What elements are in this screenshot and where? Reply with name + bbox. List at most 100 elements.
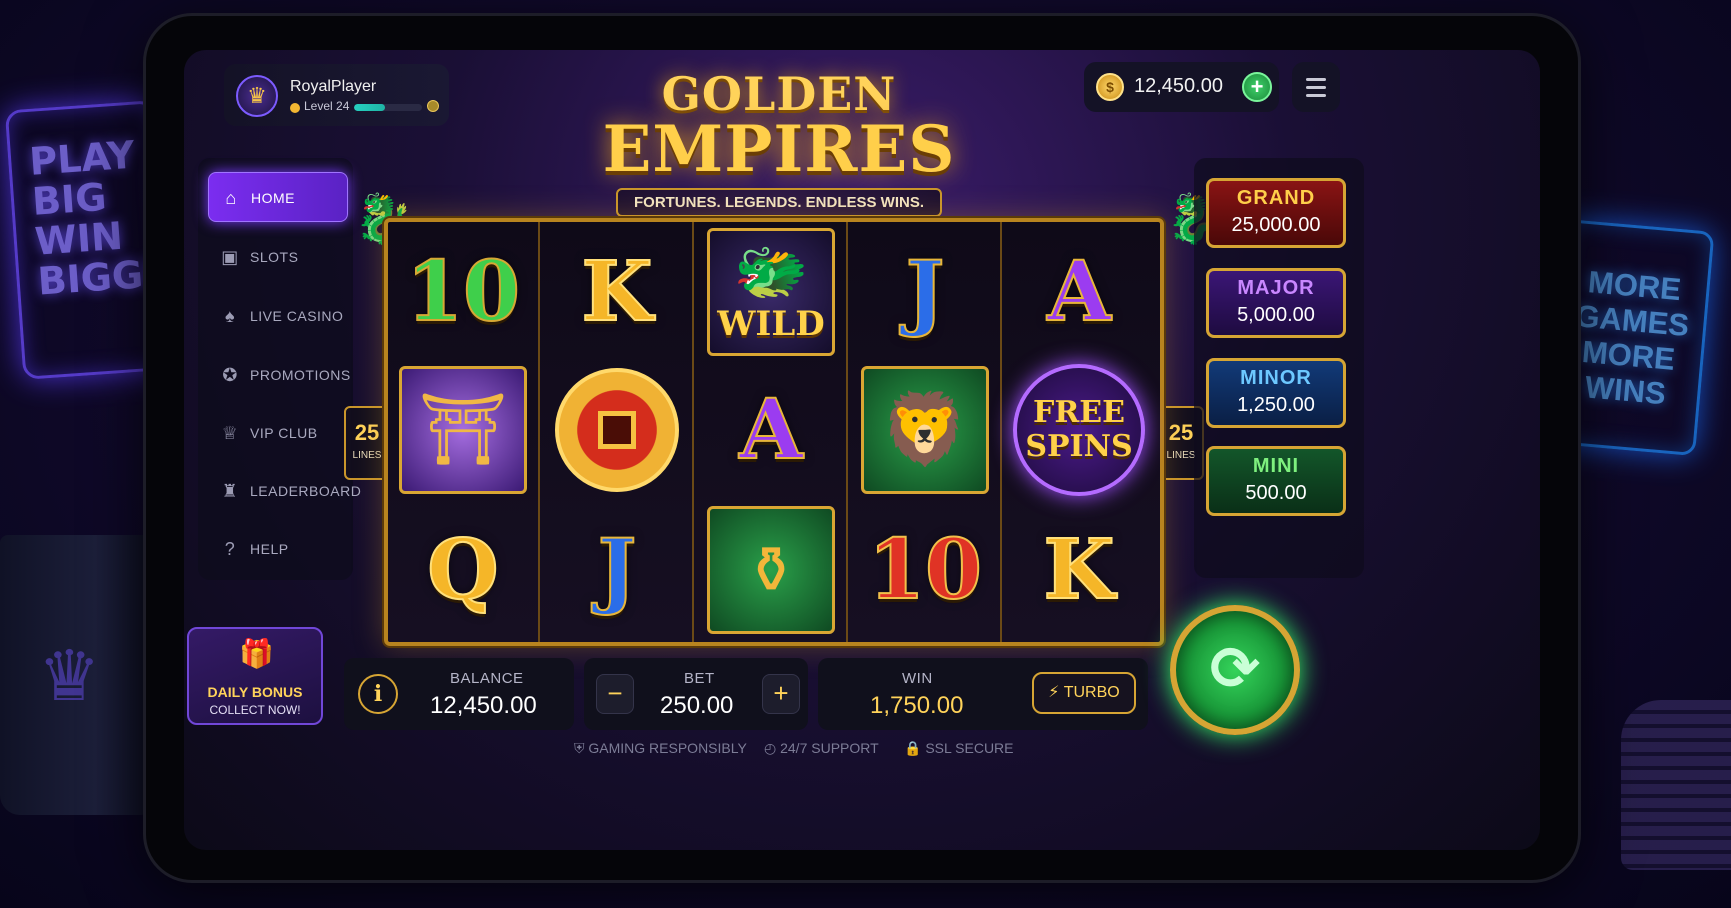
xp-progress-bar [354, 104, 422, 111]
win-value: 1,750.00 [870, 692, 964, 719]
jackpot-grand: GRAND 25,000.00 [1206, 178, 1346, 248]
menu-bar-icon [1306, 86, 1326, 89]
symbol-ten: 10 [405, 244, 521, 340]
symbol-ten: 10 [867, 522, 983, 618]
reel-5: A FREE SPINS K [1004, 222, 1156, 642]
guardian-lion-icon: 🦁 [861, 366, 989, 494]
sidebar-item-promotions[interactable]: ✪ PROMOTIONS [208, 350, 350, 400]
sidebar-item-vip-club[interactable]: ♕ VIP CLUB [208, 408, 348, 458]
turbo-button[interactable]: ⚡ TURBO [1032, 672, 1136, 714]
win-panel: WIN 1,750.00 ⚡ TURBO [818, 658, 1148, 730]
reel-symbol: Q [394, 504, 532, 636]
balance-value: 12,450.00 [430, 692, 537, 719]
reel-symbol: 🦁 [856, 364, 994, 496]
jackpot-minor: MINOR 1,250.00 [1206, 358, 1346, 428]
dragon-icon: 🐲 [733, 238, 809, 305]
bet-increase-button[interactable]: + [762, 674, 800, 714]
bet-decrease-button[interactable]: − [596, 674, 634, 714]
symbol-king: K [1042, 522, 1115, 618]
reel-1: 10 ⛩ Q [388, 222, 540, 642]
logo-title-line1: GOLDEN [661, 67, 897, 121]
info-button[interactable]: i [358, 674, 398, 714]
balance-caption: BALANCE [450, 670, 524, 687]
reel-symbol: FREE SPINS [1010, 364, 1148, 496]
sidebar-nav: ⌂ HOME ▣ SLOTS ♠ LIVE CASINO ✪ PROMOTION… [198, 158, 361, 580]
turbo-label: TURBO [1063, 684, 1120, 701]
help-icon: ? [224, 539, 236, 559]
symbol-jack: J [905, 244, 946, 340]
gift-icon: 🎁 [239, 638, 274, 669]
daily-bonus-title: DAILY BONUS [207, 684, 303, 700]
coin-icon: $ [1096, 73, 1124, 101]
level-coin-icon [290, 103, 300, 113]
lightning-icon: ⚡ [1048, 684, 1060, 701]
trust-footer: ⛨ GAMING RESPONSIBLY ◴ 24/7 SUPPORT 🔒 SS… [574, 740, 1094, 760]
add-funds-button[interactable]: + [1242, 72, 1272, 102]
game-logo: GOLDEN EMPIRES FORTUNES. LEGENDS. ENDLES… [584, 70, 974, 230]
reel-symbol: J [856, 226, 994, 358]
background-chip-stack [1621, 700, 1731, 870]
spin-button[interactable]: ⟳ [1170, 605, 1300, 735]
win-caption: WIN [902, 670, 933, 687]
symbol-queen: Q [426, 522, 499, 618]
pagoda-icon: ⛩ [399, 366, 527, 494]
menu-bar-icon [1306, 78, 1326, 81]
reel-symbol: 10 [394, 226, 532, 358]
crown-icon: ♕ [221, 423, 239, 443]
reel-symbol: K [1010, 504, 1148, 636]
ssl-secure-badge: 🔒 SSL SECURE [904, 740, 1014, 756]
xp-progress-fill [354, 104, 385, 111]
symbol-ace: A [1046, 244, 1112, 340]
bet-panel: − BET 250.00 + [584, 658, 808, 730]
daily-bonus-cta[interactable]: COLLECT NOW! [189, 703, 321, 717]
leaderboard-icon: ♜ [221, 481, 239, 501]
symbol-king: K [580, 244, 653, 340]
hamburger-menu-button[interactable] [1292, 62, 1340, 112]
promotions-icon: ✪ [222, 365, 238, 385]
chinese-coin-icon [555, 368, 679, 492]
wallet-balance: $ 12,450.00 + [1084, 62, 1279, 112]
sidebar-item-leaderboard[interactable]: ♜ LEADERBOARD [208, 466, 361, 516]
sidebar-item-live-casino[interactable]: ♠ LIVE CASINO [208, 291, 348, 341]
reel-symbol: K [548, 226, 686, 358]
reel-symbol: 10 [856, 504, 994, 636]
sidebar-item-help[interactable]: ? HELP [208, 524, 348, 574]
reel-symbol: J [548, 504, 686, 636]
home-icon: ⌂ [225, 188, 237, 208]
crown-icon: ♛ [38, 637, 101, 715]
free-spins-symbol: FREE SPINS [1013, 364, 1145, 496]
bet-value: 250.00 [660, 692, 734, 719]
wild-symbol: 🐲 WILD [707, 228, 835, 356]
symbol-jack: J [597, 522, 638, 618]
gold-pot-icon: ⚱ [707, 506, 835, 634]
sidebar-item-slots[interactable]: ▣ SLOTS [208, 232, 348, 282]
logo-title-line2: EMPIRES [602, 112, 956, 187]
jackpot-major: MAJOR 5,000.00 [1206, 268, 1346, 338]
wallet-amount: 12,450.00 [1134, 75, 1223, 97]
logo-tagline: FORTUNES. LEGENDS. ENDLESS WINS. [615, 188, 943, 217]
reel-symbol: ⛩ [394, 364, 532, 496]
player-profile[interactable]: ♛ RoyalPlayer Level 24 [224, 64, 449, 126]
reel-grid: 10 ⛩ Q K J 🐲 WILD A ⚱ J 🦁 10 A FREE SPIN… [384, 218, 1164, 646]
reel-symbol: ⚱ [702, 504, 840, 636]
sidebar-item-home[interactable]: ⌂ HOME [208, 172, 348, 222]
live-casino-icon: ♠ [224, 306, 236, 326]
username: RoyalPlayer [290, 78, 377, 95]
slots-icon: ▣ [221, 247, 239, 267]
responsible-gaming-link[interactable]: ⛨ GAMING RESPONSIBLY [574, 740, 747, 757]
player-level: Level 24 [304, 99, 350, 113]
jackpot-panel: GRAND 25,000.00 MAJOR 5,000.00 MINOR 1,2… [1194, 158, 1364, 578]
avatar[interactable]: ♛ [236, 75, 278, 117]
refresh-icon: ⟳ [1209, 635, 1261, 702]
jackpot-mini: MINI 500.00 [1206, 446, 1346, 516]
bet-caption: BET [684, 670, 715, 687]
reel-symbol: 🐲 WILD [702, 226, 840, 358]
reel-symbol: A [1010, 226, 1148, 358]
support-link[interactable]: ◴ 24/7 SUPPORT [764, 740, 879, 757]
reel-2: K J [542, 222, 694, 642]
reel-3: 🐲 WILD A ⚱ [696, 222, 848, 642]
daily-bonus-card[interactable]: 🎁 DAILY BONUS COLLECT NOW! [187, 627, 323, 725]
reel-4: J 🦁 10 [850, 222, 1002, 642]
game-screen: ♛ RoyalPlayer Level 24 GOLDEN EMPIRES FO… [184, 50, 1540, 850]
balance-panel: i BALANCE 12,450.00 [344, 658, 574, 730]
